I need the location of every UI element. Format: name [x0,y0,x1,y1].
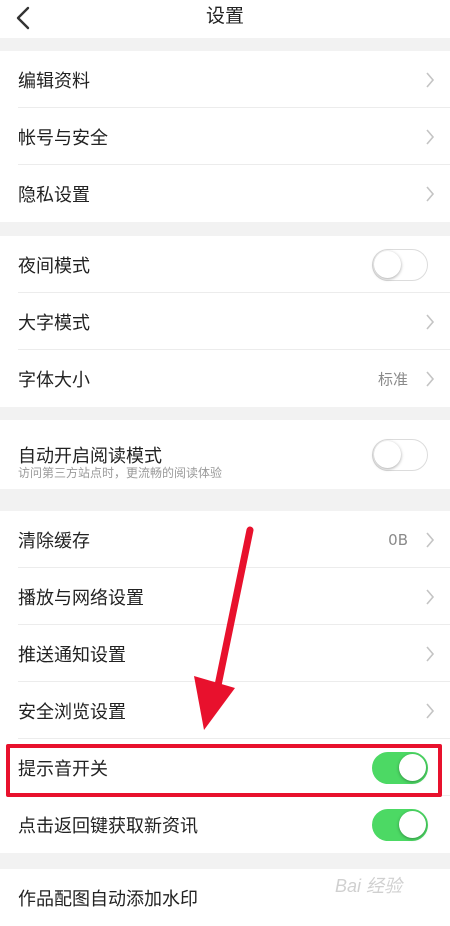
row-label: 编辑资料 [18,70,90,92]
settings-row-auto-reading-mode: 自动开启阅读模式 访问第三方站点时，更流畅的阅读体验 [0,420,450,489]
settings-row-night-mode: 夜间模式 [0,236,450,293]
settings-group-account: 编辑资料 帐号与安全 隐私设置 [0,51,450,222]
row-label: 帐号与安全 [18,127,108,149]
settings-row-auto-watermark[interactable]: 作品配图自动添加水印 [0,869,450,926]
settings-group-content: 作品配图自动添加水印 [0,869,450,926]
toggle-knob [399,753,426,781]
row-label: 作品配图自动添加水印 [18,888,198,910]
notification-sound-toggle[interactable] [372,751,428,784]
chevron-right-icon [426,71,435,88]
chevron-right-icon [426,128,435,145]
row-label: 提示音开关 [18,758,108,780]
page-title: 设置 [205,5,244,27]
settings-row-safe-browsing[interactable]: 安全浏览设置 [0,682,450,739]
row-label: 推送通知设置 [18,644,126,666]
settings-row-push-notifications[interactable]: 推送通知设置 [0,625,450,682]
header: 设置 [0,0,450,38]
back-key-refresh-toggle[interactable] [372,808,428,841]
row-sublabel: 访问第三方站点时，更流畅的阅读体验 [18,466,223,480]
chevron-right-icon [426,185,435,202]
settings-row-account-security[interactable]: 帐号与安全 [0,108,450,165]
chevron-right-icon [426,645,435,662]
night-mode-toggle[interactable] [372,248,428,281]
chevron-right-icon [426,702,435,719]
chevron-right-icon [426,370,435,387]
row-label: 清除缓存 [18,530,90,552]
settings-row-large-font-mode[interactable]: 大字模式 [0,293,450,350]
settings-row-back-key-refresh: 点击返回键获取新资讯 [0,796,450,853]
settings-group-general: 清除缓存 0B 播放与网络设置 推送通知设置 安全浏览设置 提示音开关 点击返回… [0,511,450,853]
auto-reading-mode-toggle[interactable] [372,438,428,471]
row-label: 点击返回键获取新资讯 [18,815,198,837]
settings-row-playback-network[interactable]: 播放与网络设置 [0,568,450,625]
toggle-knob [399,810,426,838]
toggle-knob [374,440,401,468]
row-label: 夜间模式 [18,255,90,277]
settings-group-display: 夜间模式 大字模式 字体大小 标准 [0,236,450,407]
row-label: 隐私设置 [18,184,90,206]
settings-group-reading: 自动开启阅读模式 访问第三方站点时，更流畅的阅读体验 [0,420,450,489]
settings-row-edit-profile[interactable]: 编辑资料 [0,51,450,108]
cache-size-value: 0B [388,530,408,549]
row-label: 大字模式 [18,312,90,334]
font-size-value: 标准 [377,370,408,388]
settings-row-font-size[interactable]: 字体大小 标准 [0,350,450,407]
row-label: 字体大小 [18,369,90,391]
chevron-right-icon [426,531,435,548]
chevron-right-icon [426,313,435,330]
row-label: 安全浏览设置 [18,701,126,723]
toggle-knob [374,250,401,278]
row-label: 播放与网络设置 [18,587,144,609]
settings-row-clear-cache[interactable]: 清除缓存 0B [0,511,450,568]
chevron-right-icon [426,588,435,605]
settings-row-privacy[interactable]: 隐私设置 [0,165,450,222]
settings-row-notification-sound: 提示音开关 [0,739,450,796]
